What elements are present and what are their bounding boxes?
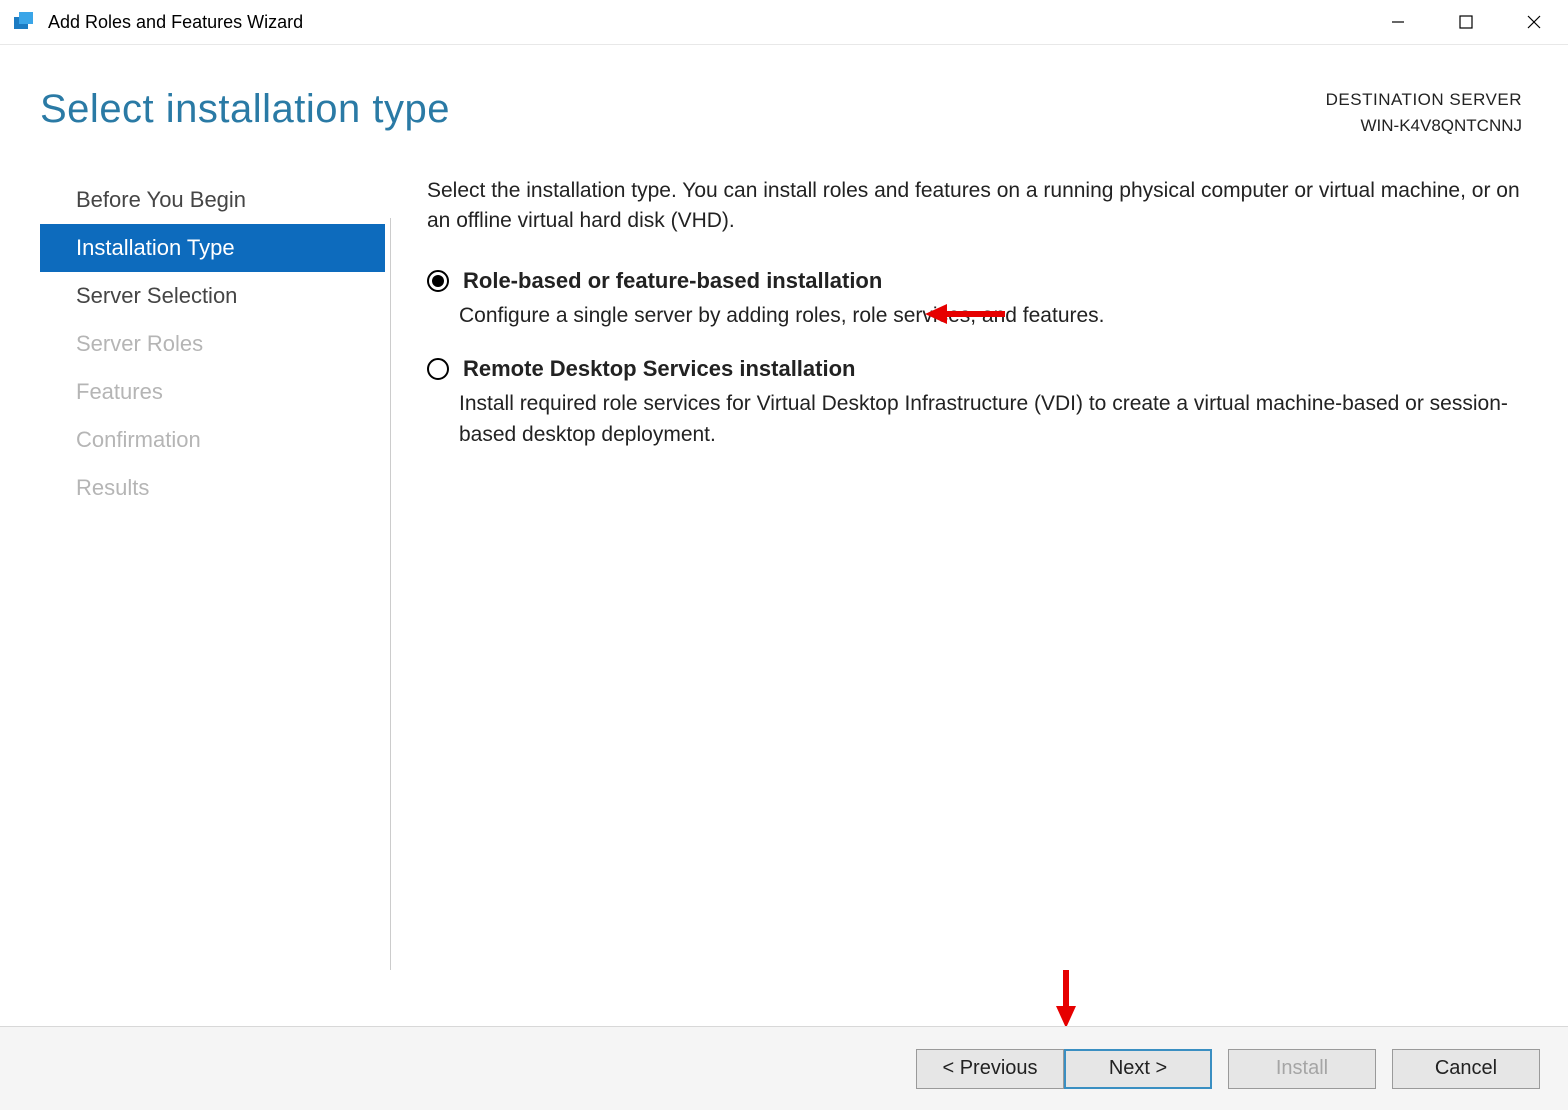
window-controls	[1364, 0, 1568, 44]
sidebar-item-installation-type[interactable]: Installation Type	[40, 224, 385, 272]
sidebar-item-features: Features	[40, 368, 385, 416]
sidebar-item-label: Confirmation	[76, 427, 201, 453]
titlebar: Add Roles and Features Wizard	[0, 0, 1568, 45]
option-title: Role-based or feature-based installation	[463, 265, 882, 297]
window-title: Add Roles and Features Wizard	[48, 12, 303, 33]
close-button[interactable]	[1500, 0, 1568, 44]
button-label: < Previous	[942, 1057, 1037, 1080]
sidebar-item-label: Results	[76, 475, 149, 501]
main-area: Before You Begin Installation Type Serve…	[0, 138, 1568, 512]
button-label: Next >	[1109, 1057, 1167, 1080]
option-title: Remote Desktop Services installation	[463, 353, 855, 385]
vertical-divider	[390, 218, 391, 970]
sidebar-item-label: Server Roles	[76, 331, 203, 357]
wizard-sidebar: Before You Begin Installation Type Serve…	[0, 176, 385, 512]
destination-label: DESTINATION SERVER	[1326, 87, 1522, 113]
sidebar-item-before-you-begin[interactable]: Before You Begin	[40, 176, 385, 224]
button-label: Cancel	[1435, 1057, 1497, 1080]
previous-button[interactable]: < Previous	[916, 1049, 1064, 1089]
install-button: Install	[1228, 1049, 1376, 1089]
page-title: Select installation type	[40, 87, 450, 132]
minimize-button[interactable]	[1364, 0, 1432, 44]
next-button[interactable]: Next >	[1064, 1049, 1212, 1089]
button-label: Install	[1276, 1057, 1328, 1080]
radio-remote-desktop[interactable]	[427, 358, 449, 380]
destination-info: DESTINATION SERVER WIN-K4V8QNTCNNJ	[1326, 87, 1522, 138]
server-manager-icon	[12, 9, 38, 35]
sidebar-item-label: Server Selection	[76, 283, 237, 309]
annotation-arrow-down-icon	[1052, 970, 1080, 1033]
radio-inner-icon	[432, 275, 444, 287]
intro-text: Select the installation type. You can in…	[427, 176, 1522, 237]
page-header: Select installation type DESTINATION SER…	[0, 45, 1568, 138]
maximize-button[interactable]	[1432, 0, 1500, 44]
option-header: Role-based or feature-based installation	[427, 265, 1522, 297]
option-description: Install required role services for Virtu…	[427, 389, 1522, 450]
sidebar-item-confirmation: Confirmation	[40, 416, 385, 464]
sidebar-item-results: Results	[40, 464, 385, 512]
annotation-arrow-right-icon	[925, 300, 1005, 333]
sidebar-item-label: Features	[76, 379, 163, 405]
sidebar-item-server-roles: Server Roles	[40, 320, 385, 368]
destination-server: WIN-K4V8QNTCNNJ	[1326, 113, 1522, 139]
option-header: Remote Desktop Services installation	[427, 353, 1522, 385]
cancel-button[interactable]: Cancel	[1392, 1049, 1540, 1089]
titlebar-left: Add Roles and Features Wizard	[12, 9, 303, 35]
sidebar-item-label: Installation Type	[76, 235, 235, 261]
content-panel: Select the installation type. You can in…	[385, 176, 1568, 512]
radio-role-based[interactable]	[427, 270, 449, 292]
sidebar-item-label: Before You Begin	[76, 187, 246, 213]
option-remote-desktop: Remote Desktop Services installation Ins…	[427, 353, 1522, 450]
nav-button-group: < Previous Next >	[916, 1049, 1212, 1089]
sidebar-item-server-selection[interactable]: Server Selection	[40, 272, 385, 320]
wizard-footer: < Previous Next > Install Cancel	[0, 1026, 1568, 1110]
